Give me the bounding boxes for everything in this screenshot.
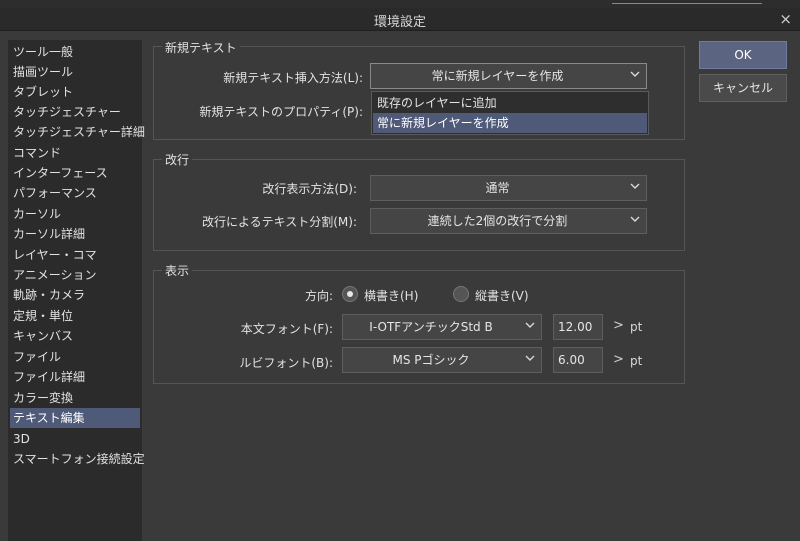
vertical-radio-label[interactable]: 縦書き(V)	[475, 287, 529, 304]
insert-method-label: 新規テキスト挿入方法(L):	[223, 71, 363, 85]
close-icon[interactable]: ×	[779, 10, 792, 28]
sidebar-item-drawing-tool[interactable]: 描画ツール	[10, 62, 140, 82]
new-text-property-label: 新規テキストのプロパティ(P):	[199, 105, 363, 119]
body-font-value: I-OTFアンチックStd B	[369, 320, 493, 334]
insert-method-value: 常に新規レイヤーを作成	[431, 69, 564, 83]
body-font-label: 本文フォント(F):	[240, 322, 333, 336]
body-size-unit: pt	[630, 320, 643, 334]
insert-method-select[interactable]: 常に新規レイヤーを作成	[370, 63, 647, 89]
body-font-size-input[interactable]: 12.00	[553, 314, 603, 340]
ruby-font-select[interactable]: MS Pゴシック	[342, 347, 542, 373]
display-group-label: 表示	[162, 262, 193, 279]
sidebar-item-tool-general[interactable]: ツール一般	[10, 42, 140, 62]
chevron-down-icon	[525, 355, 535, 361]
ok-button[interactable]: OK	[699, 41, 787, 69]
sidebar-item-animation[interactable]: アニメーション	[10, 265, 140, 285]
sidebar-item-smartphone-connection[interactable]: スマートフォン接続設定	[10, 449, 145, 469]
sidebar-item-command[interactable]: コマンド	[10, 143, 140, 163]
title-bar: 環境設定 ×	[0, 8, 800, 31]
sidebar-item-text-editing[interactable]: テキスト編集	[10, 408, 140, 428]
chevron-down-icon	[630, 71, 640, 77]
line-break-display-select[interactable]: 通常	[370, 175, 647, 201]
sidebar-item-canvas[interactable]: キャンバス	[10, 326, 140, 346]
sidebar-item-3d[interactable]: 3D	[10, 429, 140, 449]
ruby-size-unit: pt	[630, 354, 643, 368]
chevron-down-icon	[630, 183, 640, 189]
sidebar-item-interface[interactable]: インターフェース	[10, 163, 140, 183]
ruby-font-label: ルビフォント(B):	[239, 356, 333, 370]
sidebar-item-performance[interactable]: パフォーマンス	[10, 183, 140, 203]
line-break-group-label: 改行	[162, 151, 193, 168]
category-list: ツール一般 描画ツール タブレット タッチジェスチャー タッチジェスチャー詳細 …	[8, 40, 145, 541]
sidebar-item-cursor-detail[interactable]: カーソル詳細	[10, 224, 140, 244]
sidebar-item-cursor[interactable]: カーソル	[10, 204, 140, 224]
horizontal-radio[interactable]	[342, 286, 358, 302]
vertical-radio[interactable]	[453, 286, 469, 302]
line-break-group	[153, 159, 685, 251]
ruby-size-arrow-icon[interactable]: >	[613, 352, 624, 367]
cancel-button[interactable]: キャンセル	[699, 74, 787, 102]
sidebar-item-touch-gesture[interactable]: タッチジェスチャー	[10, 102, 140, 122]
horizontal-radio-label[interactable]: 横書き(H)	[364, 287, 418, 304]
dropdown-option-new-layer[interactable]: 常に新規レイヤーを作成	[373, 113, 647, 133]
sidebar-item-trajectory-camera[interactable]: 軌跡・カメラ	[10, 285, 140, 305]
chevron-down-icon	[630, 216, 640, 222]
dropdown-option-add-existing[interactable]: 既存のレイヤーに追加	[373, 93, 647, 113]
ruby-font-value: MS Pゴシック	[392, 353, 470, 367]
sidebar-item-tablet[interactable]: タブレット	[10, 82, 140, 102]
chevron-down-icon	[525, 322, 535, 328]
body-font-select[interactable]: I-OTFアンチックStd B	[342, 314, 542, 340]
sidebar-item-layer-frame[interactable]: レイヤー・コマ	[10, 245, 140, 265]
sidebar-item-color-conversion[interactable]: カラー変換	[10, 388, 140, 408]
sidebar-item-file[interactable]: ファイル	[10, 347, 140, 367]
line-break-display-value: 通常	[485, 181, 510, 195]
text-split-value: 連続した2個の改行で分割	[427, 214, 568, 228]
ruby-font-size-input[interactable]: 6.00	[553, 347, 603, 373]
window-title: 環境設定	[373, 15, 426, 30]
line-break-display-label: 改行表示方法(D):	[262, 182, 357, 196]
direction-label: 方向:	[304, 289, 333, 303]
sidebar-item-touch-gesture-detail[interactable]: タッチジェスチャー詳細	[10, 122, 145, 142]
text-split-select[interactable]: 連続した2個の改行で分割	[370, 208, 647, 234]
new-text-group-label: 新規テキスト	[162, 39, 240, 56]
sidebar-item-file-detail[interactable]: ファイル詳細	[10, 367, 140, 387]
sidebar-item-ruler-unit[interactable]: 定規・単位	[10, 306, 140, 326]
body-size-arrow-icon[interactable]: >	[613, 318, 624, 333]
insert-method-dropdown-list: 既存のレイヤーに追加 常に新規レイヤーを作成	[371, 91, 649, 135]
text-split-label: 改行によるテキスト分割(M):	[201, 215, 357, 229]
top-strip	[0, 0, 800, 8]
